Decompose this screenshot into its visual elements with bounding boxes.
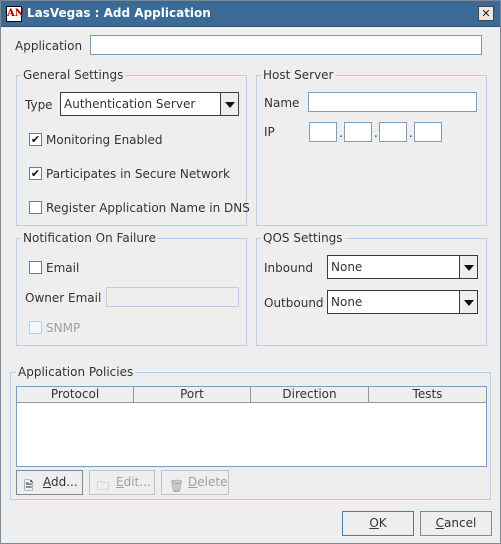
type-select[interactable]: Authentication Server xyxy=(60,92,239,116)
host-name-input[interactable] xyxy=(308,92,477,112)
email-checkbox[interactable] xyxy=(29,261,42,274)
secure-network-label: Participates in Secure Network xyxy=(46,167,231,181)
outbound-select[interactable]: None xyxy=(327,290,478,314)
cancel-button[interactable]: Cancel xyxy=(420,511,492,536)
ok-mnemonic: O xyxy=(369,516,379,530)
column-header-port[interactable]: Port xyxy=(134,387,251,403)
email-label: Email xyxy=(46,261,80,275)
add-label: dd... xyxy=(51,475,78,489)
title-bar[interactable]: AN LasVegas : Add Application ✕ xyxy=(1,1,500,27)
inbound-selected-value: None xyxy=(331,260,363,274)
type-selected-value: Authentication Server xyxy=(64,97,196,111)
folder-edit-icon: 🗀 xyxy=(97,479,110,493)
ip-separator: . xyxy=(374,126,378,140)
register-dns-checkbox[interactable] xyxy=(29,201,42,214)
ok-label: K xyxy=(378,516,387,530)
application-policies-title: Application Policies xyxy=(16,365,136,379)
register-dns-label: Register Application Name in DNS xyxy=(46,201,250,215)
delete-policy-button[interactable]: 🗑 Delete xyxy=(161,470,229,495)
chevron-down-icon[interactable] xyxy=(220,93,238,115)
type-label: Type xyxy=(25,98,53,112)
application-label: Application xyxy=(15,39,83,53)
ip-octet-1-input[interactable] xyxy=(309,122,337,142)
policies-table-header: Protocol Port Direction Tests xyxy=(17,387,486,403)
ip-separator: . xyxy=(409,126,413,140)
add-policy-button[interactable]: 🗎 Add... xyxy=(16,470,83,495)
chevron-down-icon[interactable] xyxy=(459,291,477,313)
edit-policy-button[interactable]: 🗀 Edit... xyxy=(89,470,155,495)
qos-settings-title: QOS Settings xyxy=(261,231,345,245)
inbound-select[interactable]: None xyxy=(327,255,478,279)
ip-separator: . xyxy=(339,126,343,140)
owner-email-input[interactable] xyxy=(106,287,239,307)
add-application-dialog: AN LasVegas : Add Application ✕ Applicat… xyxy=(0,0,501,544)
ok-button[interactable]: OK xyxy=(342,511,414,536)
policies-table[interactable]: Protocol Port Direction Tests xyxy=(16,386,487,467)
cancel-label: ancel xyxy=(444,516,477,530)
ip-octet-2-input[interactable] xyxy=(344,122,372,142)
delete-label: elete xyxy=(197,475,228,489)
ip-octet-3-input[interactable] xyxy=(379,122,407,142)
host-server-title: Host Server xyxy=(261,68,336,82)
ip-octet-4-input[interactable] xyxy=(414,122,442,142)
ip-label: IP xyxy=(264,125,275,139)
outbound-selected-value: None xyxy=(331,295,363,309)
snmp-label: SNMP xyxy=(46,321,81,335)
window-title: LasVegas : Add Application xyxy=(27,6,211,20)
trash-icon: 🗑 xyxy=(169,479,185,493)
add-mnemonic: A xyxy=(43,475,51,489)
monitoring-enabled-checkbox[interactable]: ✔ xyxy=(29,133,42,146)
column-header-protocol[interactable]: Protocol xyxy=(17,387,134,403)
snmp-checkbox[interactable] xyxy=(29,321,42,334)
delete-mnemonic: D xyxy=(188,475,198,489)
column-header-direction[interactable]: Direction xyxy=(251,387,369,403)
cancel-mnemonic: C xyxy=(435,516,445,530)
chevron-down-icon[interactable] xyxy=(459,256,477,278)
app-logo-icon: AN xyxy=(6,6,24,22)
application-input[interactable] xyxy=(90,35,482,55)
secure-network-checkbox[interactable]: ✔ xyxy=(29,167,42,180)
add-document-icon: 🗎 xyxy=(24,479,34,493)
host-name-label: Name xyxy=(264,96,300,110)
general-settings-title: General Settings xyxy=(21,68,126,82)
outbound-label: Outbound xyxy=(264,296,324,310)
close-button[interactable]: ✕ xyxy=(478,6,494,21)
edit-label: dit... xyxy=(123,475,151,489)
inbound-label: Inbound xyxy=(264,261,313,275)
column-header-tests[interactable]: Tests xyxy=(369,387,486,403)
edit-mnemonic: E xyxy=(116,475,124,489)
monitoring-enabled-label: Monitoring Enabled xyxy=(46,133,163,147)
owner-email-label: Owner Email xyxy=(25,291,102,305)
notification-title: Notification On Failure xyxy=(21,231,159,245)
